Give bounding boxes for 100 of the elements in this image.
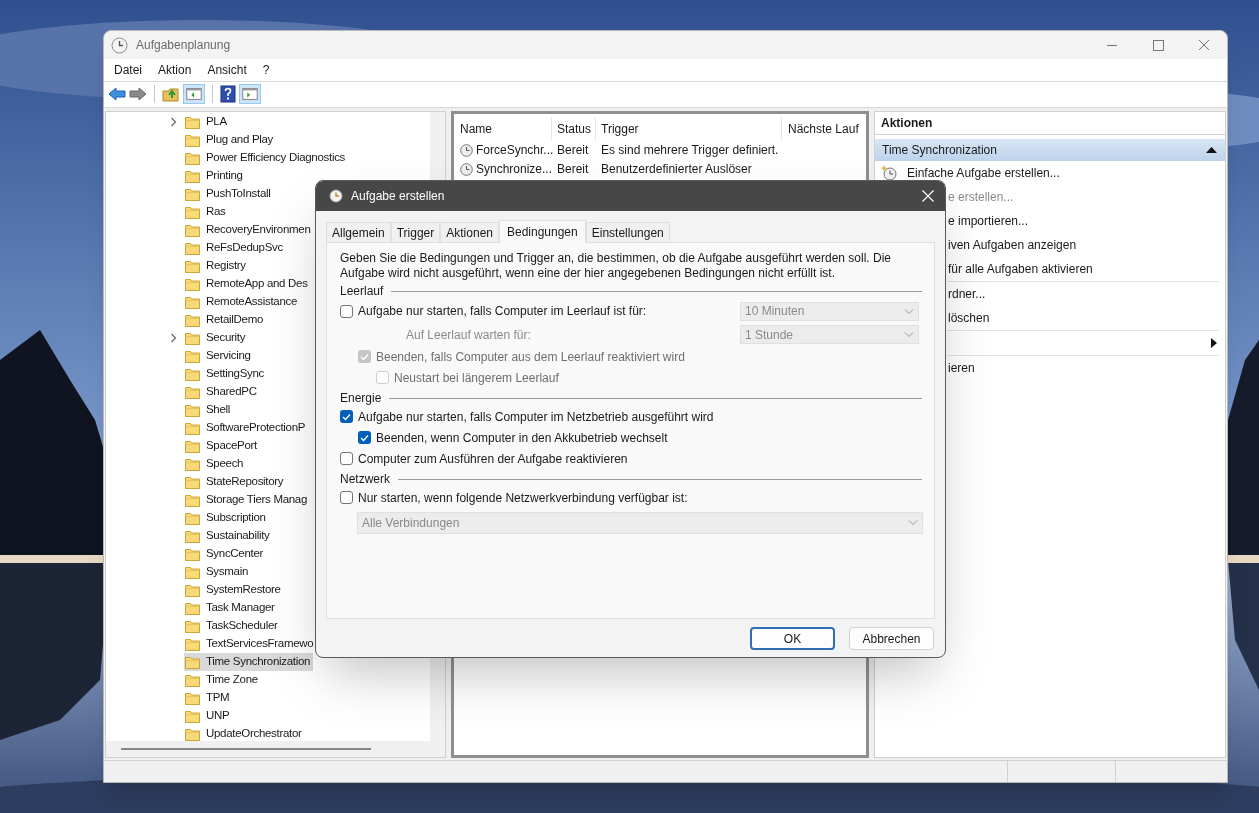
checkbox-label: Computer zum Ausführen der Aufgabe reaktivieren <box>358 450 628 468</box>
action-link[interactable]: für alle Aufgaben aktivieren <box>948 259 1093 278</box>
column-header[interactable]: Trigger <box>596 116 782 141</box>
tree-item[interactable]: Ras <box>184 202 229 221</box>
checkbox[interactable] <box>358 431 371 444</box>
tree-item[interactable]: Sustainability <box>184 526 273 545</box>
chevron-down-icon <box>904 307 914 315</box>
tree-item[interactable]: Security <box>184 328 249 347</box>
submenu-arrow-icon <box>1211 337 1217 348</box>
group-title: Energie <box>340 390 382 407</box>
folder-up-icon[interactable] <box>162 86 180 103</box>
back-arrow-icon[interactable] <box>108 86 126 103</box>
action-link[interactable]: Einfache Aufgabe erstellen... <box>907 163 1060 182</box>
tree-item[interactable]: Speech <box>184 454 247 473</box>
pane-title: Aktionen <box>875 111 1225 135</box>
tree-item[interactable]: Registry <box>184 256 249 275</box>
table-cell-text: Es sind mehrere Trigger definiert. <box>600 142 780 160</box>
action-link[interactable]: ieren <box>948 358 975 377</box>
tree-item[interactable]: Task Manager <box>184 598 278 617</box>
folder-icon <box>185 600 200 615</box>
table-cell-text: Bereit <box>556 161 590 179</box>
tab[interactable]: Trigger <box>390 222 441 242</box>
table-cell: ForceSynchr... <box>454 141 552 160</box>
tree-item[interactable]: SpacePort <box>184 436 260 455</box>
tab[interactable]: Einstellungen <box>585 222 670 242</box>
checkbox[interactable] <box>340 304 353 318</box>
chevron-down-icon <box>904 331 914 338</box>
section-header[interactable]: Time Synchronization <box>875 138 1225 161</box>
tree-item[interactable]: Subscription <box>184 508 269 527</box>
tree-item[interactable]: SoftwareProtectionP <box>184 418 309 437</box>
folder-icon <box>185 276 200 291</box>
table-cell: Synchronize... <box>454 160 552 179</box>
show-tree-icon[interactable] <box>183 84 205 105</box>
folder-icon <box>185 528 200 543</box>
tree-item[interactable]: Time Zone <box>184 670 261 689</box>
action-link[interactable]: rdner... <box>948 284 986 303</box>
tree-item[interactable]: PushToInstall <box>184 184 274 203</box>
tab[interactable]: Allgemein <box>326 222 391 242</box>
tree-item[interactable]: RetailDemo <box>184 310 267 329</box>
tree-item[interactable]: StateRepository <box>184 472 287 491</box>
forward-arrow-icon[interactable] <box>129 86 147 103</box>
window-title: Aufgabenplanung <box>136 37 231 54</box>
folder-icon <box>185 114 200 129</box>
tree-item[interactable]: Sysmain <box>184 562 251 581</box>
tree-item[interactable]: RemoteAssistance <box>184 292 301 311</box>
checkbox[interactable] <box>340 452 353 465</box>
action-link[interactable]: iven Aufgaben anzeigen <box>948 235 1077 254</box>
folder-icon <box>185 330 200 345</box>
folder-icon <box>185 546 200 561</box>
tree-item[interactable]: UpdateOrchestrator <box>184 724 305 743</box>
folder-icon <box>185 456 200 471</box>
menu-item[interactable]: ? <box>254 61 278 79</box>
column-header[interactable]: Name <box>454 116 552 141</box>
tree-item[interactable]: UNP <box>184 706 233 725</box>
tree-item[interactable]: Plug and Play <box>184 130 277 149</box>
checkbox-label: Neustart bei längerem Leerlauf <box>394 369 559 387</box>
tree-item[interactable]: Shell <box>184 400 234 419</box>
tree-item[interactable]: TextServicesFramewo <box>184 634 317 653</box>
tree-item[interactable]: Storage Tiers Manag <box>184 490 311 509</box>
folder-icon <box>185 402 200 417</box>
close-icon[interactable] <box>921 189 935 203</box>
dialog-button[interactable]: Abbrechen <box>849 627 934 650</box>
tree-item[interactable]: Servicing <box>184 346 254 365</box>
tree-item[interactable]: TaskScheduler <box>184 616 281 635</box>
tab[interactable]: Aktionen <box>440 222 499 242</box>
action-link[interactable]: e importieren... <box>948 211 1029 230</box>
horizontal-scrollbar[interactable] <box>106 741 445 758</box>
tree-item[interactable]: PLA <box>184 112 230 131</box>
folder-icon <box>185 474 200 489</box>
tab[interactable]: Bedingungen <box>499 220 586 243</box>
menu-item[interactable]: Ansicht <box>199 61 255 79</box>
folder-icon <box>185 186 200 201</box>
folder-icon <box>185 132 200 147</box>
checkbox[interactable] <box>340 491 353 504</box>
tree-item[interactable]: SyncCenter <box>184 544 267 563</box>
folder-icon <box>185 312 200 327</box>
tree-item[interactable]: Power Efficiency Diagnostics <box>184 148 349 167</box>
tree-item[interactable]: ReFsDedupSvc <box>184 238 286 257</box>
checkbox[interactable] <box>340 410 353 423</box>
menu-item[interactable]: Aktion <box>150 61 200 79</box>
folder-icon <box>185 222 200 237</box>
column-header[interactable]: Nächste Lauf <box>782 116 866 141</box>
chevron-down-icon <box>908 519 918 526</box>
tree-item[interactable]: TPM <box>184 688 233 707</box>
menu-item[interactable]: Datei <box>106 61 150 79</box>
tree-item[interactable]: RecoveryEnvironmen <box>184 220 314 239</box>
tree-item[interactable]: SharedPC <box>184 382 260 401</box>
checkbox-label: Nur starten, wenn folgende Netzwerkverbindung verfügbar ist: <box>358 489 688 507</box>
action-link[interactable]: löschen <box>948 308 990 327</box>
folder-icon <box>185 708 200 723</box>
tree-item[interactable]: Time Synchronization <box>184 652 314 671</box>
tree-item[interactable]: RemoteApp and Des <box>184 274 311 293</box>
tree-item[interactable]: Printing <box>184 166 246 185</box>
tree-item[interactable]: SystemRestore <box>184 580 284 599</box>
folder-icon <box>185 384 200 399</box>
help-icon[interactable] <box>220 85 236 104</box>
tree-item[interactable]: SettingSync <box>184 364 268 383</box>
checkbox-label: Aufgabe nur starten, falls Computer im Leerlauf ist für: <box>358 303 647 320</box>
column-header[interactable]: Status <box>552 116 596 141</box>
dialog-button[interactable]: OK <box>750 627 835 650</box>
